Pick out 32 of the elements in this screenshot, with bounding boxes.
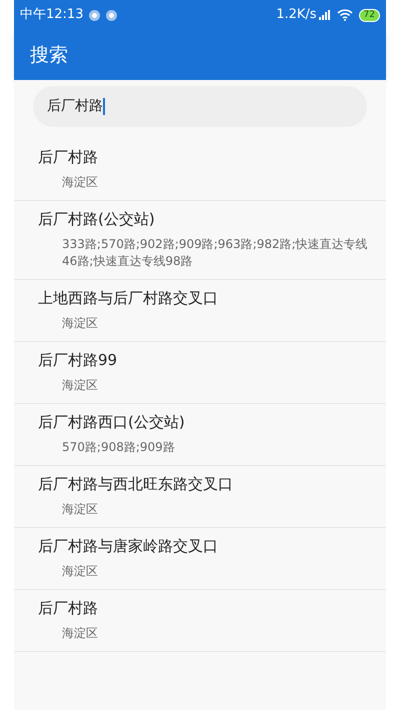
result-name: 后厂村路西口(公交站) xyxy=(38,412,186,433)
result-name: 后厂村路 xyxy=(38,147,99,168)
result-detail: 333路;570路;902路;909路;963路;982路;快速直达专线46路;快速直达专线98路 xyxy=(61,236,369,270)
text-cursor xyxy=(103,98,105,115)
signal-icon xyxy=(318,10,331,20)
wifi-icon xyxy=(336,9,353,21)
search-field[interactable]: 后厂村路 xyxy=(33,86,367,127)
result-detail: 海淀区 xyxy=(61,625,99,642)
result-name: 后厂村路 xyxy=(38,598,99,619)
result-detail: 海淀区 xyxy=(61,563,99,580)
result-detail: 海淀区 xyxy=(61,501,99,518)
network-speed: 1.2K/s xyxy=(276,6,317,24)
status-time: 中午12:13 xyxy=(20,6,84,24)
app-title: 搜索 xyxy=(30,42,68,68)
result-name: 后厂村路(公交站) xyxy=(38,209,156,230)
result-detail: 海淀区 xyxy=(61,377,99,394)
result-detail: 570路;908路;909路 xyxy=(61,439,176,456)
result-item[interactable]: 上地西路与后厂村路交叉口 海淀区 xyxy=(14,280,386,342)
result-item[interactable]: 后厂村路与西北旺东路交叉口 海淀区 xyxy=(14,466,386,528)
result-item[interactable]: 后厂村路99 海淀区 xyxy=(14,342,386,404)
result-item[interactable]: 后厂村路与唐家岭路交叉口 海淀区 xyxy=(14,528,386,590)
result-name: 后厂村路与西北旺东路交叉口 xyxy=(38,474,234,495)
result-name: 上地西路与后厂村路交叉口 xyxy=(38,288,219,309)
result-item[interactable]: 后厂村路西口(公交站) 570路;908路;909路 xyxy=(14,404,386,466)
result-item[interactable]: 后厂村路 海淀区 xyxy=(14,590,386,652)
result-detail: 海淀区 xyxy=(61,174,99,191)
result-name: 后厂村路与唐家岭路交叉口 xyxy=(38,536,219,557)
result-item[interactable]: 后厂村路(公交站) 333路;570路;902路;909路;963路;982路;快速直达专线46路;快速直达专线98路 xyxy=(14,201,386,280)
result-item[interactable]: 后厂村路 海淀区 xyxy=(14,139,386,201)
result-detail: 海淀区 xyxy=(61,315,99,332)
result-name: 后厂村路99 xyxy=(38,350,118,371)
battery-icon: 72 xyxy=(358,8,380,22)
